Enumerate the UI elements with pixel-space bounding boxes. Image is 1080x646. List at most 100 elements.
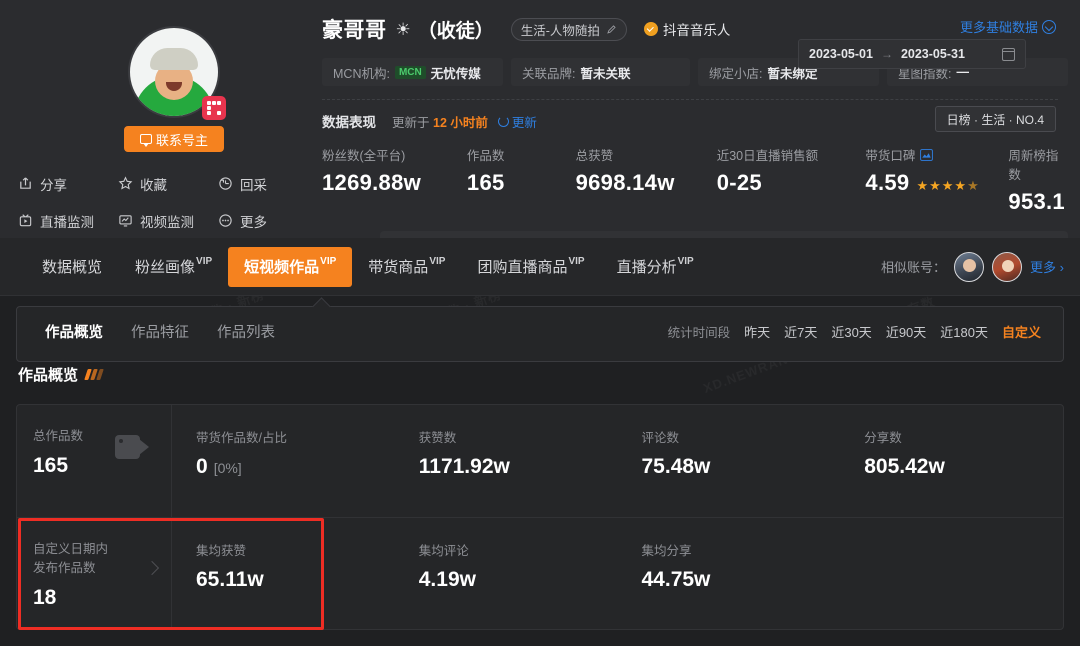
- range-30days[interactable]: 近30天: [831, 322, 871, 341]
- refresh-button[interactable]: 更新: [497, 112, 537, 131]
- stat-fans-value: 1269.88w: [322, 170, 422, 195]
- metric-avg-shares-label: 集均分享: [641, 544, 692, 558]
- tab-products-label: 带货商品: [368, 259, 429, 276]
- metric-total-works-value: 165: [33, 454, 69, 477]
- metric-avg-comments-label: 集均评论: [418, 544, 469, 558]
- similar-accounts-more[interactable]: 更多 ›: [1030, 257, 1064, 276]
- stat-works-label: 作品数: [466, 149, 505, 163]
- subtab-works-overview[interactable]: 作品概览: [45, 321, 103, 342]
- metric-avg-comments: 集均评论 4.19w: [394, 517, 618, 629]
- range-90days[interactable]: 近90天: [886, 322, 926, 341]
- category-tag[interactable]: 生活-人物随拍: [510, 17, 627, 41]
- tab-products[interactable]: 带货商品 VIP: [352, 247, 461, 287]
- meta-mcn-label: MCN机构:: [333, 66, 390, 81]
- date-start[interactable]: 2023-05-01: [809, 47, 873, 61]
- rating-stars: ★★★★★: [916, 178, 979, 194]
- performance-title: 数据表现: [322, 115, 376, 130]
- tab-group-buy-live-label: 团购直播商品: [477, 259, 568, 276]
- sun-icon: ☀: [395, 19, 411, 39]
- action-share[interactable]: 分享: [8, 165, 108, 202]
- action-favorite-label: 收藏: [140, 177, 167, 193]
- category-tag-label: 生活-人物随拍: [520, 23, 600, 38]
- action-recollect[interactable]: 回采: [208, 165, 308, 202]
- similar-account-avatar[interactable]: [954, 251, 985, 282]
- metric-avg-shares-value: 44.75w: [641, 568, 711, 591]
- stats-row: 粉丝数(全平台) 1269.88w 作品数 165 总获赞 9698.14w 近…: [322, 145, 1068, 215]
- meta-shop-label: 绑定小店:: [709, 66, 763, 81]
- star-icon: [118, 176, 133, 190]
- date-range-arrow: →: [880, 47, 893, 61]
- meta-mcn[interactable]: MCN机构: MCN 无忧传媒: [322, 58, 503, 86]
- qr-code-icon[interactable]: [202, 96, 226, 120]
- pencil-icon: [607, 24, 616, 34]
- stat-fans-label: 粉丝数(全平台): [322, 149, 406, 163]
- metric-avg-comments-value: 4.19w: [418, 568, 476, 591]
- music-creator-label: 抖音音乐人: [662, 23, 731, 38]
- stat-weekly-index-value: 953.1: [1008, 189, 1065, 214]
- rating-full-stars: ★★★★: [916, 178, 968, 193]
- metric-product-works-ratio: [0%]: [213, 460, 242, 476]
- metric-avg-likes-value: 65.11w: [196, 568, 264, 591]
- calendar-icon[interactable]: [1001, 47, 1016, 61]
- rank-badge[interactable]: 日榜 · 生活 · NO.4: [934, 106, 1056, 132]
- page-footer: [0, 638, 1080, 646]
- tab-short-video-works-label: 短视频作品: [244, 259, 320, 276]
- tab-vip-badge: VIP: [429, 255, 446, 267]
- action-bar: 分享 收藏 回采 直播监测 视频监测 更多: [8, 165, 308, 239]
- metric-avg-likes: 集均获赞 65.11w: [172, 517, 395, 629]
- performance-row: 数据表现 更新于 12 小时前 更新 日榜 · 生活 · NO.4: [322, 106, 1068, 132]
- sub-tabs: 作品概览 作品特征 作品列表: [45, 321, 275, 342]
- date-end[interactable]: 2023-05-31: [901, 47, 965, 61]
- metric-likes-value: 1171.92w: [418, 455, 510, 478]
- subtab-works-list[interactable]: 作品列表: [217, 321, 275, 342]
- metric-comments: 评论数 75.48w: [618, 405, 841, 517]
- range-custom[interactable]: 自定义: [1002, 322, 1041, 341]
- stat-sales-value: 0-25: [716, 170, 762, 195]
- more-basic-data-label: 更多基础数据: [959, 20, 1038, 35]
- stat-fans: 粉丝数(全平台) 1269.88w: [322, 145, 467, 215]
- tab-live-analysis-label: 直播分析: [616, 259, 677, 276]
- action-favorite[interactable]: 收藏: [108, 165, 208, 202]
- tab-short-video-works[interactable]: 短视频作品 VIP: [228, 246, 353, 287]
- tab-fan-portrait[interactable]: 粉丝画像 VIP: [119, 247, 228, 287]
- tab-group-buy-live[interactable]: 团购直播商品 VIP: [461, 247, 600, 287]
- contact-owner-button[interactable]: 联系号主: [124, 126, 224, 152]
- stat-reputation: 带货口碑 4.59 ★★★★★: [865, 145, 1008, 215]
- contact-owner-label: 联系号主: [155, 132, 208, 148]
- rating-half-star: ★: [967, 178, 980, 193]
- metric-product-works: 带货作品数/占比 0 [0%]: [172, 405, 395, 517]
- meta-brand[interactable]: 关联品牌: 暂未关联: [511, 58, 691, 86]
- meta-brand-label: 关联品牌:: [522, 66, 576, 81]
- action-share-label: 分享: [40, 177, 67, 193]
- range-7days[interactable]: 近7天: [784, 322, 817, 341]
- avatar[interactable]: [128, 26, 226, 120]
- overview-left-column: 总作品数 165 自定义日期内 发布作品数 18: [17, 405, 172, 629]
- stat-reputation-label: 带货口碑: [865, 145, 1008, 164]
- range-180days[interactable]: 近180天: [940, 322, 988, 341]
- tab-live-analysis[interactable]: 直播分析 VIP: [601, 247, 710, 287]
- metric-avg-likes-label: 集均获赞: [196, 544, 247, 558]
- action-more[interactable]: 更多: [208, 202, 308, 239]
- more-basic-data-link[interactable]: 更多基础数据: [960, 17, 1056, 36]
- divider: [322, 99, 1058, 100]
- action-video-monitor[interactable]: 视频监测: [108, 202, 208, 239]
- chevron-right-icon: [147, 560, 161, 582]
- range-yesterday[interactable]: 昨天: [744, 322, 770, 341]
- action-recollect-label: 回采: [240, 177, 267, 193]
- action-video-monitor-label: 视频监测: [140, 214, 194, 230]
- tab-data-overview[interactable]: 数据概览: [26, 247, 119, 287]
- similar-accounts-label: 相似账号：: [881, 260, 947, 275]
- subtab-works-features[interactable]: 作品特征: [131, 321, 189, 342]
- section-title: 作品概览: [18, 367, 79, 384]
- tab-vip-badge: VIP: [568, 255, 585, 267]
- similar-account-avatar[interactable]: [992, 251, 1023, 282]
- action-live-monitor[interactable]: 直播监测: [8, 202, 108, 239]
- metric-avg-shares: 集均分享 44.75w: [617, 517, 841, 629]
- stat-likes: 总获赞 9698.14w: [576, 145, 717, 215]
- metric-likes: 获赞数 1171.92w: [395, 405, 618, 517]
- stat-weekly-index: 周新榜指数 953.1: [1008, 145, 1068, 215]
- date-range-picker[interactable]: 2023-05-01 → 2023-05-31: [798, 39, 1026, 69]
- section-header: 作品概览: [18, 364, 104, 385]
- slash-decoration-icon: [84, 369, 104, 380]
- metric-comments-label: 评论数: [641, 431, 680, 445]
